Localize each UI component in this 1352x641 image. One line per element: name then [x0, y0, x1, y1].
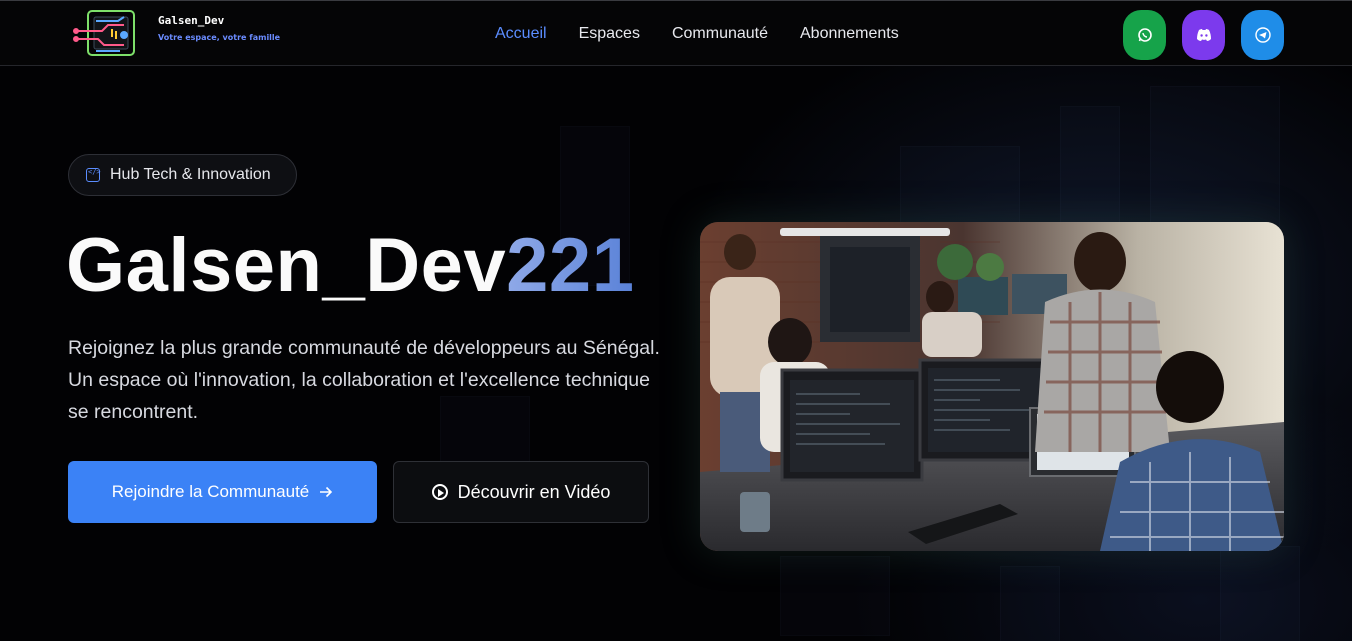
join-community-button[interactable]: Rejoindre la Communauté	[68, 461, 377, 523]
watch-video-button[interactable]: Découvrir en Vidéo	[393, 461, 649, 523]
hub-badge: Hub Tech & Innovation	[68, 154, 297, 196]
discord-button[interactable]	[1182, 10, 1225, 60]
nav-item-accueil[interactable]: Accueil	[495, 23, 547, 45]
join-community-label: Rejoindre la Communauté	[111, 482, 310, 501]
whatsapp-button[interactable]	[1123, 10, 1166, 60]
play-circle-icon	[431, 484, 448, 500]
brand-tagline: Votre espace, votre famille	[158, 33, 281, 42]
nav-item-espaces[interactable]: Espaces	[579, 23, 640, 45]
nav-item-communaute[interactable]: Communauté	[672, 23, 768, 45]
hero-image	[700, 222, 1284, 551]
watch-video-label: Découvrir en Vidéo	[457, 481, 611, 502]
title-highlight: 221	[506, 223, 635, 308]
arrow-right-icon	[320, 486, 333, 498]
page: Galsen_Dev Votre espace, votre famille A…	[0, 0, 1352, 641]
telegram-button[interactable]	[1241, 10, 1284, 60]
brand-logo[interactable]: Galsen_Dev Votre espace, votre famille	[72, 9, 280, 57]
page-title: Galsen_Dev221	[66, 222, 634, 310]
code-icon	[86, 168, 101, 182]
badge-label: Hub Tech & Innovation	[110, 166, 271, 183]
telegram-icon	[1254, 27, 1271, 43]
brand-name: Galsen_Dev	[158, 14, 225, 27]
whatsapp-icon	[1137, 28, 1152, 42]
hero-description: Rejoignez la plus grande communauté de d…	[68, 337, 660, 423]
top-navbar: Galsen_Dev Votre espace, votre famille A…	[0, 0, 1352, 66]
circuit-logo-icon	[72, 9, 138, 57]
title-prefix: Galsen_Dev	[66, 223, 507, 308]
nav-item-abonnements[interactable]: Abonnements	[800, 23, 899, 45]
discord-icon	[1196, 29, 1211, 41]
social-links	[1123, 10, 1284, 60]
main-nav: Accueil Espaces Communauté Abonnements	[495, 23, 899, 45]
